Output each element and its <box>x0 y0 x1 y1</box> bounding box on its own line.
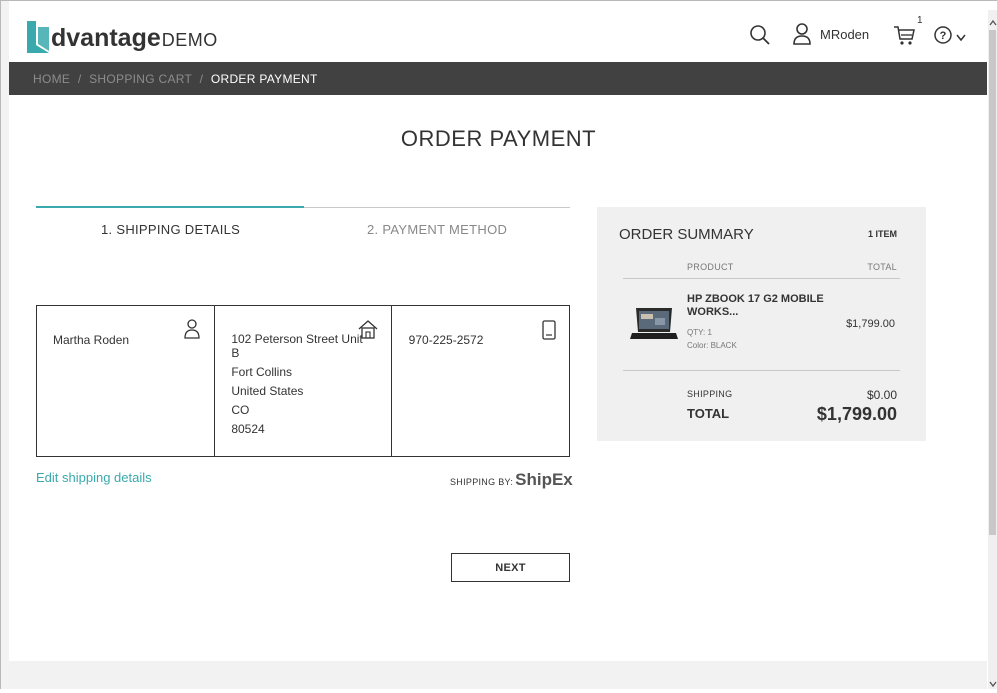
breadcrumb-current: ORDER PAYMENT <box>210 72 318 86</box>
footer-band <box>9 661 987 689</box>
mobile-phone-icon <box>542 320 556 345</box>
user-icon[interactable] <box>792 23 812 50</box>
svg-text:?: ? <box>940 30 947 42</box>
scroll-down-arrow-icon[interactable] <box>989 675 997 693</box>
next-button[interactable]: NEXT <box>451 553 570 582</box>
site-logo[interactable]: dvantage DEMO <box>27 19 218 53</box>
shipping-cost-value: $0.00 <box>866 388 897 402</box>
summary-divider <box>623 278 900 279</box>
shipping-address-cell: 102 Peterson Street Unit B Fort Collins … <box>214 306 390 456</box>
order-total-value: $1,799.00 <box>816 404 897 424</box>
order-summary-title: ORDER SUMMARY <box>619 226 754 243</box>
site-header: dvantage DEMO MRoden 1 ? <box>9 10 987 62</box>
address-city: Fort Collins <box>231 365 293 379</box>
address-line: 102 Peterson Street Unit <box>231 332 363 346</box>
column-header-total: TOTAL <box>867 262 897 272</box>
order-total-label: TOTAL <box>687 406 730 421</box>
shipping-address: 102 Peterson Street Unit B Fort Collins … <box>231 330 362 439</box>
help-icon[interactable]: ? <box>934 26 954 51</box>
product-price: $1,799.00 <box>846 318 895 330</box>
logo-subtext: DEMO <box>161 30 218 50</box>
order-summary-panel: ORDER SUMMARY 1 ITEM PRODUCT TOTAL HP ZB… <box>597 207 926 441</box>
page-title: ORDER PAYMENT <box>400 126 597 151</box>
shipex-logo: ShipEx <box>515 470 573 489</box>
column-header-product: PRODUCT <box>687 262 734 272</box>
home-icon <box>358 319 378 344</box>
user-icon <box>184 319 200 344</box>
breadcrumb-separator: / <box>199 72 204 86</box>
shipping-phone-cell: 970-225-2572 <box>390 306 569 456</box>
product-name-link[interactable]: HP ZBOOK 17 G2 MOBILE WORKS... <box>687 293 837 319</box>
chevron-down-icon[interactable] <box>955 30 967 48</box>
shipping-by-label: SHIPPING BY: <box>450 477 514 487</box>
tab-shipping-details[interactable]: 1. SHIPPING DETAILS <box>101 222 240 237</box>
logo-text: dvantage <box>51 24 161 52</box>
cart-count-badge: 1 <box>917 15 923 26</box>
product-color: Color: BLACK <box>687 341 737 350</box>
shipping-name-cell: Martha Roden <box>37 306 214 456</box>
username-link[interactable]: MRoden <box>820 27 869 42</box>
breadcrumb-shopping-cart[interactable]: SHOPPING CART <box>89 72 192 86</box>
breadcrumb: HOME / SHOPPING CART / ORDER PAYMENT <box>33 72 318 86</box>
address-zip: 80524 <box>231 422 265 436</box>
product-image <box>630 306 678 347</box>
step-2-progress-line <box>304 207 570 208</box>
shipping-phone: 970-225-2572 <box>408 333 484 347</box>
edit-shipping-details-link[interactable]: Edit shipping details <box>36 470 152 485</box>
product-quantity: QTY: 1 <box>687 328 712 337</box>
breadcrumb-home[interactable]: HOME <box>33 72 70 86</box>
step-1-progress-line <box>36 206 304 208</box>
cart-icon[interactable] <box>893 25 915 52</box>
shipping-name: Martha Roden <box>53 333 130 347</box>
scrollbar-thumb[interactable] <box>989 30 996 535</box>
breadcrumb-bar: HOME / SHOPPING CART / ORDER PAYMENT <box>9 62 987 95</box>
page-scrollbar[interactable] <box>988 10 997 689</box>
summary-divider <box>623 370 900 371</box>
search-icon[interactable] <box>749 24 771 51</box>
address-state: CO <box>231 403 250 417</box>
tab-payment-method[interactable]: 2. PAYMENT METHOD <box>367 222 507 237</box>
shipping-cost-label: SHIPPING <box>687 389 733 399</box>
logo-mark-icon <box>27 21 49 53</box>
shipping-details-box: Martha Roden 102 Peterson Street Unit B … <box>36 305 570 457</box>
shipping-by: SHIPPING BY: ShipEx <box>450 470 573 490</box>
order-item-count: 1 ITEM <box>867 229 897 239</box>
breadcrumb-separator: / <box>77 72 82 86</box>
address-country: United States <box>231 384 304 398</box>
